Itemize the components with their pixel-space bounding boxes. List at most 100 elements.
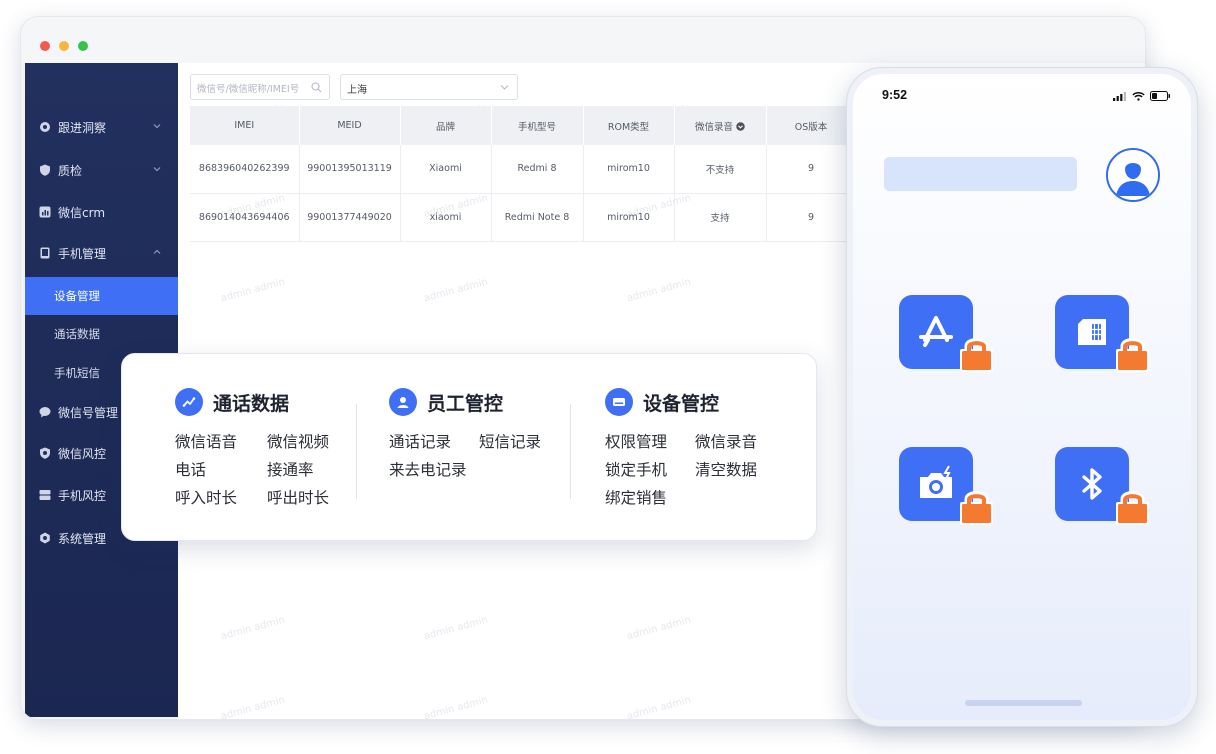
column-header[interactable]: 手机型号 [491,106,584,145]
feature-item: 短信记录 [479,433,542,451]
sidebar-item-label: 手机管理 [58,246,107,261]
feature-heading: 员工管控 [389,388,503,416]
stage: 跟进洞察 质检 微信crm 手机管理 设备管理 通话数据 手机短信 微信号管理 … [0,0,1216,754]
search-placeholder: 微信号/微信昵称/IMEI号 [197,84,300,95]
sidebar-item-label: 系统管理 [58,531,107,546]
chevron-down-circle-icon [736,121,745,131]
device-table: IMEI MEID 品牌 手机型号 ROM类型 微信录音 OS版本 868396… [190,106,857,242]
table-cell: 不支持 [674,145,767,194]
table-cell: Xiaomi [400,145,492,194]
lock-icon [1116,491,1149,525]
signal-icon [1113,91,1126,101]
table-cell: 支持 [674,193,767,242]
phone-icon [39,247,51,259]
table-row[interactable]: 868396040262399 99001395013119 Xiaomi Re… [190,145,857,194]
sidebar-item-label: 微信风控 [58,446,107,461]
region-select-value: 上海 [347,85,367,96]
column-header[interactable]: ROM类型 [583,106,675,145]
chevron-down-icon [500,85,509,90]
divider [570,404,571,499]
device-icon [605,388,633,416]
search-input[interactable]: 微信号/微信昵称/IMEI号 [190,74,330,100]
app-store-icon [919,316,953,347]
column-header[interactable]: IMEI [190,106,300,145]
watermark: admin admin [625,276,693,305]
sidebar-item-label: 手机风控 [58,488,107,503]
table-cell: 9 [766,145,857,194]
shield-check-icon [39,164,51,176]
feature-item: 来去电记录 [389,461,467,479]
sidebar-item-label: 微信号管理 [58,405,119,420]
status-bar-icons [1113,91,1171,101]
minimize-window-button[interactable] [59,41,69,51]
feature-title: 设备管控 [643,392,720,415]
search-icon [311,82,322,93]
table-row[interactable]: 869014043694406 99001377449020 xiaomi Re… [190,193,857,242]
feature-title: 通话数据 [213,392,290,415]
feature-item: 接通率 [267,461,314,479]
feature-item: 绑定销售 [605,489,668,507]
chevron-down-icon [153,167,161,172]
feature-heading: 通话数据 [175,388,289,416]
maximize-window-button[interactable] [78,41,88,51]
watermark: admin admin [625,694,693,720]
server-icon [39,489,51,501]
feature-item: 微信视频 [267,433,330,451]
sidebar-item-label: 跟进洞察 [58,120,107,135]
sidebar-item-label: 质检 [58,163,83,178]
watermark: admin admin [625,614,693,643]
feature-item: 微信录音 [695,433,758,451]
feature-item: 微信语音 [175,433,238,451]
table-cell: 869014043694406 [190,193,300,242]
title-bar [21,17,1145,63]
trend-icon [175,388,203,416]
watermark: admin admin [422,694,490,720]
bluetooth-icon [1082,468,1102,500]
table-cell: 9 [766,193,857,242]
chat-icon [39,406,51,418]
watermark: admin admin [219,276,287,305]
chart-icon [39,206,51,218]
table-cell: 99001377449020 [299,193,401,242]
table-cell: xiaomi [400,193,492,242]
close-window-button[interactable] [40,41,50,51]
sidebar-subitem-label: 设备管理 [54,289,100,303]
watermark: admin admin [219,694,287,720]
sidebar-item-insight[interactable]: 跟进洞察 [25,108,178,146]
watermark: admin admin [219,614,287,643]
user-avatar-icon [1108,150,1158,200]
home-indicator[interactable] [965,700,1082,706]
table-cell: 99001395013119 [299,145,401,194]
table-cell: Redmi Note 8 [491,193,584,242]
chevron-down-icon [153,124,161,129]
region-select[interactable]: 上海 [340,74,518,100]
column-header[interactable]: 品牌 [400,106,492,145]
feature-item: 呼入时长 [175,489,238,507]
sidebar-item-wechat-crm[interactable]: 微信crm [25,193,178,231]
sidebar-item-phone-management[interactable]: 手机管理 [25,234,178,272]
feature-card: 通话数据 微信语音 微信视频 电话 接通率 呼入时长 呼出时长 员工管控 通话记… [121,353,817,541]
status-time: 9:52 [882,88,908,102]
feature-heading: 设备管控 [605,388,719,416]
user-icon [389,388,417,416]
feature-item: 通话记录 [389,433,452,451]
phone-mockup: 9:52 [846,67,1198,727]
eye-icon [39,121,51,133]
chevron-up-icon [153,249,161,254]
sidebar-subitem-device-management[interactable]: 设备管理 [25,277,178,315]
feature-item: 呼出时长 [267,489,330,507]
column-header[interactable]: 微信录音 [674,106,767,145]
column-header-label: 微信录音 [694,121,733,133]
column-header[interactable]: MEID [299,106,401,145]
sidebar-item-quality[interactable]: 质检 [25,151,178,189]
table-header-row: IMEI MEID 品牌 手机型号 ROM类型 微信录音 OS版本 [190,106,857,145]
sidebar-subitem-call-data[interactable]: 通话数据 [25,315,178,353]
phone-screen: 9:52 [853,74,1191,720]
lock-icon [1116,338,1149,372]
sidebar-item-label: 微信crm [58,205,106,220]
column-header[interactable]: OS版本 [766,106,857,145]
feature-item: 清空数据 [695,461,758,479]
feature-item: 权限管理 [605,433,668,451]
avatar[interactable] [1106,148,1160,202]
sidebar-subitem-label: 通话数据 [54,327,100,341]
